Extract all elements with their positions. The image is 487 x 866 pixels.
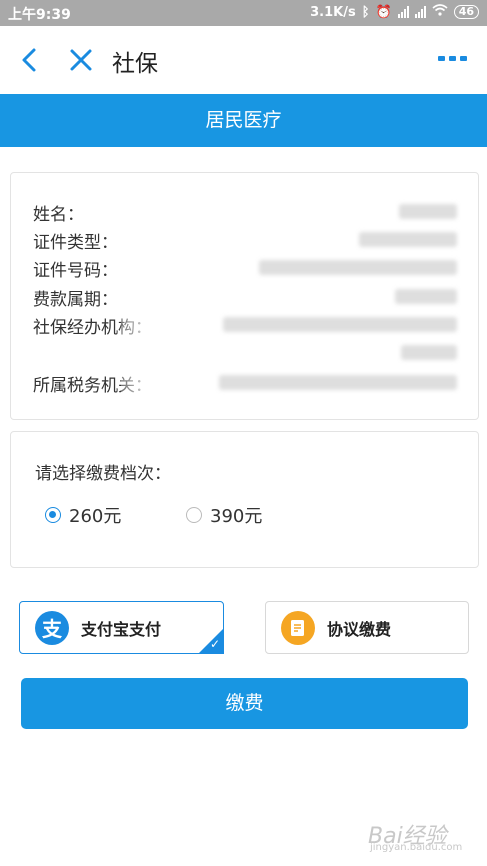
name-value-redacted	[399, 204, 457, 219]
signal-icon	[397, 6, 409, 18]
tier-card: 请选择缴费档次： 260元 390元	[10, 431, 479, 568]
pay-submit-button[interactable]: 缴费	[21, 678, 468, 729]
id-type-label: 证件类型：	[33, 233, 118, 253]
alipay-label: 支付宝支付	[81, 619, 162, 639]
tier-option-260[interactable]: 260元	[45, 502, 121, 528]
close-icon[interactable]	[68, 46, 94, 74]
navigation-bar: 社保	[0, 26, 487, 94]
id-number-value-redacted	[259, 260, 457, 275]
chevron-left-icon[interactable]	[18, 46, 42, 74]
tier-prompt: 请选择缴费档次：	[35, 464, 171, 484]
radio-selected-icon[interactable]	[45, 507, 61, 523]
tier-option-390[interactable]: 390元	[186, 502, 262, 528]
agency-value-redacted	[223, 317, 457, 332]
period-label: 费款属期：	[33, 290, 118, 310]
checkmark-icon: ✓	[209, 637, 220, 651]
section-banner: 居民医疗	[0, 94, 487, 147]
tier-option-label: 390元	[210, 506, 263, 527]
protocol-payment-button[interactable]: 协议缴费	[265, 601, 469, 654]
status-bar: 上午9:39 3.1K/s ᛒ ⏰ 46	[0, 0, 487, 26]
watermark-url: jingyan.baidu.com	[370, 842, 463, 853]
alipay-payment-button[interactable]: 支 支付宝支付 ✓	[19, 601, 224, 654]
network-speed: 3.1K/s	[310, 4, 356, 20]
status-icons: 3.1K/s ᛒ ⏰ 46	[310, 4, 479, 20]
tier-option-label: 260元	[69, 506, 122, 527]
battery-icon: 46	[453, 5, 479, 19]
status-time: 上午9:39	[8, 7, 71, 23]
more-dots-icon[interactable]	[438, 56, 467, 61]
tax-office-value-redacted	[219, 375, 457, 390]
protocol-label: 协议缴费	[327, 619, 392, 639]
alipay-icon: 支	[35, 610, 69, 645]
period-value-redacted	[395, 289, 457, 304]
signal-2-icon	[414, 6, 426, 18]
id-number-label: 证件号码：	[33, 261, 118, 281]
info-card: 姓名： 证件类型： 证件号码： 费款属期： 社保经办机构： 所属税务机关：	[10, 172, 479, 420]
wifi-icon	[432, 4, 448, 20]
name-label: 姓名：	[33, 205, 84, 225]
id-type-value-redacted	[359, 232, 457, 247]
document-icon	[281, 610, 315, 645]
page-title: 社保	[112, 51, 158, 77]
agency-value-line2-redacted	[401, 345, 457, 360]
alarm-icon: ⏰	[375, 4, 392, 20]
bluetooth-icon: ᛒ	[361, 4, 370, 20]
radio-unselected-icon[interactable]	[186, 507, 202, 523]
blur-overlay	[121, 173, 211, 419]
